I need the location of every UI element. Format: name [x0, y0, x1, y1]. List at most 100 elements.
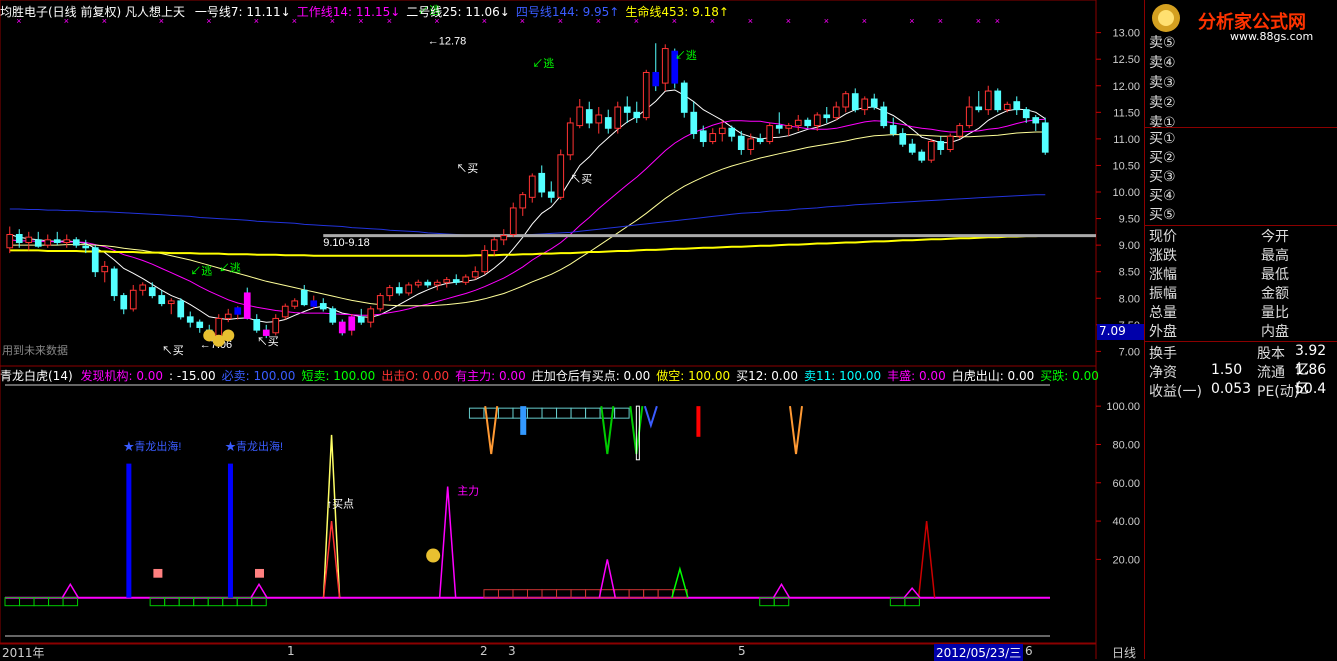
- candle-body: [870, 98, 878, 108]
- price-annotation: ↖买: [162, 344, 184, 357]
- price-tick-label: 8.50: [1119, 267, 1140, 279]
- candle-body: [1013, 101, 1021, 111]
- candle-body: [148, 287, 156, 297]
- stat-label: 净资: [1149, 365, 1177, 381]
- price-annotation: ↙逃: [219, 262, 241, 275]
- candle-body: [291, 300, 299, 307]
- signal-bar: [696, 406, 701, 437]
- price-tick-label: 9.50: [1119, 214, 1140, 226]
- candle-body: [414, 281, 422, 286]
- indicator-tick-label: 80.00: [1112, 439, 1140, 451]
- stat-label: 换手: [1149, 346, 1177, 362]
- candle-body: [262, 329, 270, 336]
- price-tick-label: 7.00: [1119, 346, 1140, 358]
- candle-body: [690, 111, 698, 135]
- quote-field-label: 内盘: [1261, 324, 1289, 340]
- timeline-mark-3: 3: [508, 644, 516, 658]
- indicator-tick-label: 40.00: [1112, 516, 1140, 528]
- indicator-label: ★青龙出海!: [225, 439, 283, 453]
- timeline-start: 2011年: [2, 646, 45, 660]
- price-annotation: ↙逃: [675, 49, 697, 62]
- indicator-legend-item: 做空: 100.00: [656, 369, 731, 383]
- candle-body: [348, 316, 356, 331]
- indicator-tick-label: 60.00: [1112, 478, 1140, 490]
- candle-body: [319, 303, 327, 310]
- candle-body: [965, 106, 973, 127]
- candle-body: [452, 279, 460, 283]
- signal-marker: ×: [995, 16, 1000, 26]
- smiley-icon: [426, 548, 441, 563]
- candle-body: [889, 125, 897, 135]
- candle-body: [680, 82, 688, 113]
- price-tick-label: 10.00: [1112, 187, 1140, 199]
- indicator-legend-item: 有主力: 0.00: [455, 369, 526, 383]
- candle-body: [129, 289, 137, 310]
- buy-level-label: 买③: [1149, 169, 1176, 185]
- signal-marker: ×: [976, 16, 981, 26]
- signal-marker: ×: [824, 16, 829, 26]
- candle-body: [357, 316, 365, 323]
- candle-body: [528, 175, 536, 198]
- candle-body: [547, 191, 555, 198]
- candle-body: [376, 295, 384, 310]
- price-tick-label: 12.00: [1112, 81, 1140, 93]
- candle-body: [661, 48, 669, 84]
- candle-body: [927, 141, 935, 161]
- sell-level-label: 卖②: [1149, 95, 1176, 111]
- candle-body: [101, 265, 109, 273]
- candle-body: [110, 268, 118, 297]
- stat-value: 0.053: [1211, 381, 1252, 397]
- ma-legend: 一号线7: 11.11↓ 工作线14: 11.15↓ 二号线25: 11.06↓ 四号…: [195, 5, 735, 19]
- candle-body: [329, 308, 337, 323]
- stat-value: 1.50: [1211, 362, 1243, 378]
- price-tick-label: 8.00: [1119, 293, 1140, 305]
- candle-body: [585, 109, 593, 124]
- candle-body: [63, 239, 71, 243]
- candle-body: [576, 106, 584, 127]
- candle-body: [595, 114, 603, 124]
- candle-body: [481, 249, 489, 273]
- price-annotation: ↙逃: [532, 57, 554, 70]
- price-tick-label: 12.50: [1112, 54, 1140, 66]
- price-tick-label: 11.00: [1113, 134, 1140, 146]
- indicator-header: 青龙白虎(14) 发现机构: 0.00: -15.00 必卖: 100.00 短卖:…: [0, 367, 1105, 384]
- buy-level-label: 买④: [1149, 188, 1176, 204]
- indicator-legend-item: 出击O: 0.00: [381, 369, 450, 383]
- quote-field-label: 最高: [1261, 248, 1289, 264]
- signal-marker: ×: [748, 16, 753, 26]
- future-data-watermark: 用到未来数据: [2, 344, 68, 357]
- indicator-tick-label: 20.00: [1112, 554, 1140, 566]
- chart-title: 均胜电子(日线 前复权) 凡人想上天: [0, 5, 185, 19]
- candle-body: [120, 295, 128, 310]
- quote-field-label: 最低: [1261, 267, 1289, 283]
- sell-level-label: 卖⑤: [1149, 35, 1176, 51]
- candle-body: [699, 130, 707, 143]
- indicator-label: ★青龙出海!: [123, 439, 181, 453]
- candle-body: [709, 133, 717, 143]
- smiley-icon: [222, 329, 235, 342]
- candle-body: [215, 317, 223, 336]
- candle-body: [1041, 122, 1049, 153]
- buy-level-label: 买①: [1149, 131, 1176, 147]
- candle-body: [433, 281, 441, 286]
- candle-body: [642, 71, 650, 119]
- candle-body: [918, 151, 926, 161]
- timeline-mark-1: 1: [287, 644, 295, 658]
- price-annotation: ↖买: [570, 172, 592, 185]
- candle-body: [224, 313, 232, 319]
- candle-body: [566, 122, 574, 156]
- candle-body: [272, 317, 280, 334]
- price-panel-frame: [0, 0, 1097, 367]
- quote-field-label: 今开: [1261, 229, 1289, 245]
- candle-body: [186, 316, 194, 323]
- price-tick-label: 11.50: [1113, 107, 1140, 119]
- quote-field-label: 总量: [1149, 305, 1177, 321]
- indicator-legend-item: 白虎出山: 0.00: [951, 369, 1035, 383]
- candle-body: [823, 114, 831, 119]
- period-label[interactable]: 日线: [1112, 644, 1136, 661]
- price-tick-label: 10.50: [1112, 160, 1140, 172]
- quote-field-label: 外盘: [1149, 324, 1177, 340]
- price-annotation: ←12.78: [428, 35, 467, 47]
- candle-body: [196, 321, 204, 328]
- candle-body: [158, 295, 166, 305]
